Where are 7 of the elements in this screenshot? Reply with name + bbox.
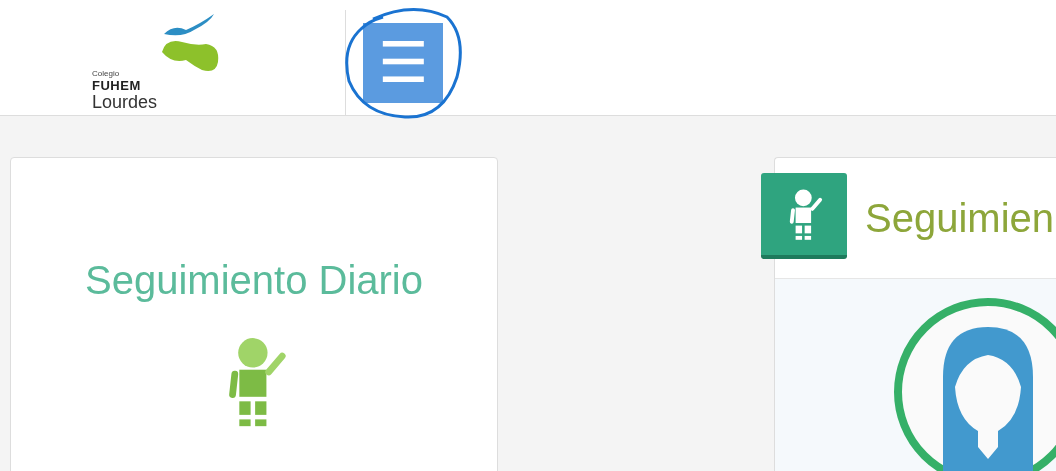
card-title: Seguimiento Diario xyxy=(85,258,423,303)
menu-button[interactable]: ☰ xyxy=(363,23,443,103)
card-title: Seguimien xyxy=(865,195,1054,241)
logo-text: Lourdes xyxy=(92,93,158,111)
logo-text: Colegio xyxy=(92,69,121,78)
logo-text: FUHEM xyxy=(92,78,142,93)
tile-card[interactable]: Seguimiento Diario xyxy=(10,157,498,471)
